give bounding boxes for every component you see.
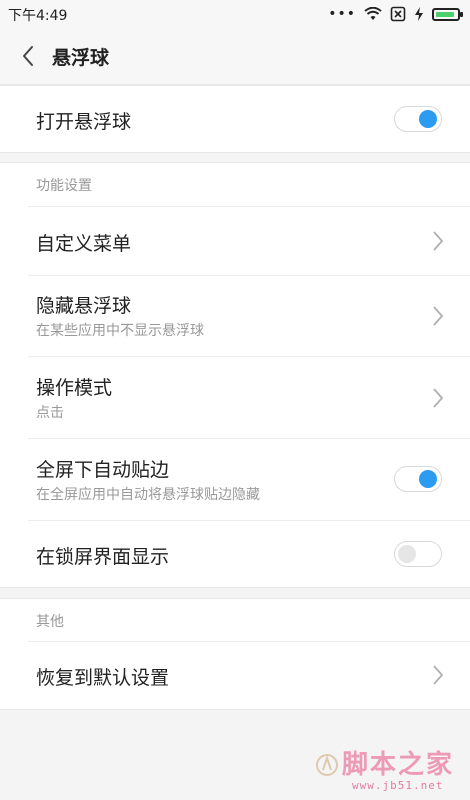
lockscreen-show-toggle[interactable] [394,541,442,567]
back-arrow-icon [23,46,33,66]
chevron-right-icon [433,306,444,326]
battery-icon [432,7,463,21]
battery-level [436,11,454,17]
operation-mode-value: 点击 [36,405,64,421]
main-toggle-card: 打开悬浮球 [0,85,470,153]
no-sim-icon [390,6,406,22]
custom-menu-label: 自定义菜单 [36,233,132,255]
other-settings-card: 其他 恢复到默认设置 [0,598,470,710]
lockscreen-show-row[interactable]: 在锁屏界面显示 [0,521,470,587]
watermark: 脚本之家 www.jb51.net [312,742,462,796]
wifi-icon [364,7,382,20]
status-icons: ••• [328,5,463,23]
hide-floating-ball-row[interactable]: 隐藏悬浮球 在某些应用中不显示悬浮球 [0,276,470,356]
back-button[interactable] [12,40,44,72]
status-time: 下午4:49 [8,8,68,24]
hide-floating-ball-subtitle: 在某些应用中不显示悬浮球 [36,323,204,339]
open-floating-ball-row[interactable]: 打开悬浮球 [0,86,470,152]
operation-mode-label: 操作模式 [36,377,113,399]
action-bar: 悬浮球 [0,28,470,85]
custom-menu-row[interactable]: 自定义菜单 [0,207,470,275]
fullscreen-auto-edge-label: 全屏下自动贴边 [36,459,170,481]
lockscreen-show-label: 在锁屏界面显示 [36,546,170,568]
section-title-other: 其他 [36,614,64,630]
open-floating-ball-toggle[interactable] [394,106,442,132]
chevron-right-icon [433,388,444,408]
watermark-logo-icon [316,754,338,776]
toggle-knob [419,110,437,128]
operation-mode-row[interactable]: 操作模式 点击 [0,357,470,438]
restore-default-row[interactable]: 恢复到默认设置 [0,642,470,709]
toggle-knob [398,545,416,563]
restore-default-label: 恢复到默认设置 [36,667,170,689]
charging-icon [415,7,423,21]
fullscreen-auto-edge-row[interactable]: 全屏下自动贴边 在全屏应用中自动将悬浮球贴边隐藏 [0,439,470,520]
hide-floating-ball-label: 隐藏悬浮球 [36,295,132,317]
chevron-right-icon [433,231,444,251]
status-bar: 下午4:49 ••• [0,0,470,28]
open-floating-ball-label: 打开悬浮球 [36,111,132,133]
function-settings-card: 功能设置 自定义菜单 隐藏悬浮球 在某些应用中不显示悬浮球 操作模式 点击 全屏… [0,162,470,588]
fullscreen-auto-edge-toggle[interactable] [394,466,442,492]
section-title-function: 功能设置 [36,178,92,194]
watermark-url: www.jb51.net [352,779,444,792]
page-title: 悬浮球 [52,47,110,69]
toggle-knob [419,470,437,488]
more-dots-icon: ••• [328,6,356,22]
chevron-right-icon [433,665,444,685]
fullscreen-auto-edge-subtitle: 在全屏应用中自动将悬浮球贴边隐藏 [36,487,260,503]
watermark-text: 脚本之家 [342,750,455,780]
